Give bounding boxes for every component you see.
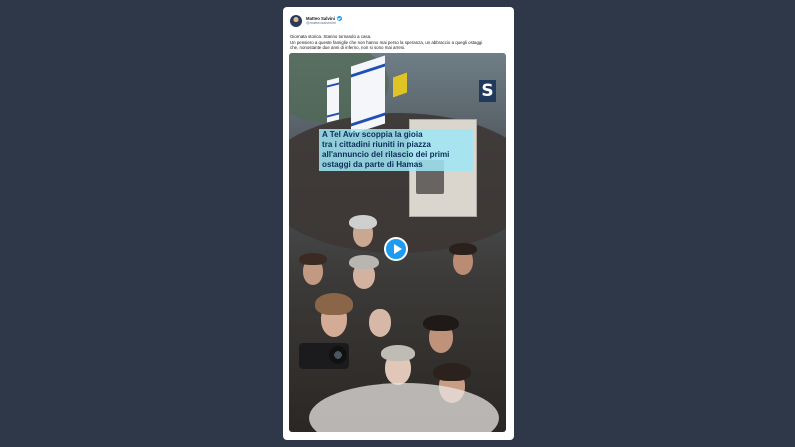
avatar[interactable]	[290, 15, 302, 27]
author-handle[interactable]: @matteosalvinimi	[306, 21, 342, 26]
camera-lens-image	[329, 346, 347, 364]
yellow-flag-image	[393, 72, 407, 98]
author-info: Matteo Salvini @matteosalvinimi	[306, 16, 342, 26]
crowd-shirt-image	[309, 383, 499, 432]
crowd-person-image	[349, 215, 377, 229]
video-caption: A Tel Aviv scoppia la gioia tra i cittad…	[319, 129, 473, 171]
tweet-card: Matteo Salvini @matteosalvinimi Giornata…	[283, 7, 514, 440]
caption-line: tra i cittadini riuniti in piazza	[322, 140, 431, 149]
israeli-flag-image	[327, 77, 339, 123]
tweet-text: Giornata storica. Stanno tornando a casa…	[290, 34, 508, 51]
crowd-person-image	[449, 243, 477, 255]
publisher-logo: S	[479, 80, 496, 102]
crowd-person-image	[299, 253, 327, 265]
tweet-text-line: che, nonostante due anni di inferno, non…	[290, 45, 406, 50]
video-player[interactable]: S A Tel Aviv scoppia la gioia tra i citt	[289, 53, 506, 432]
crowd-person-image	[423, 315, 459, 331]
tweet-header: Matteo Salvini @matteosalvinimi	[290, 14, 342, 28]
caption-line: all'annuncio del rilascio dei primi	[322, 150, 450, 159]
play-icon	[394, 244, 402, 254]
caption-line: ostaggi da parte di Hamas	[322, 160, 423, 169]
crowd-person-image	[433, 363, 471, 381]
verified-badge-icon	[336, 16, 342, 21]
camera-image	[299, 343, 349, 369]
israeli-flag-image	[351, 55, 385, 135]
crowd-person-image	[349, 255, 379, 269]
crowd-person-image	[315, 293, 353, 315]
crowd-person-image	[381, 345, 415, 361]
play-button[interactable]	[384, 237, 408, 261]
crowd-person-image	[369, 309, 391, 337]
caption-line: A Tel Aviv scoppia la gioia	[322, 130, 423, 139]
